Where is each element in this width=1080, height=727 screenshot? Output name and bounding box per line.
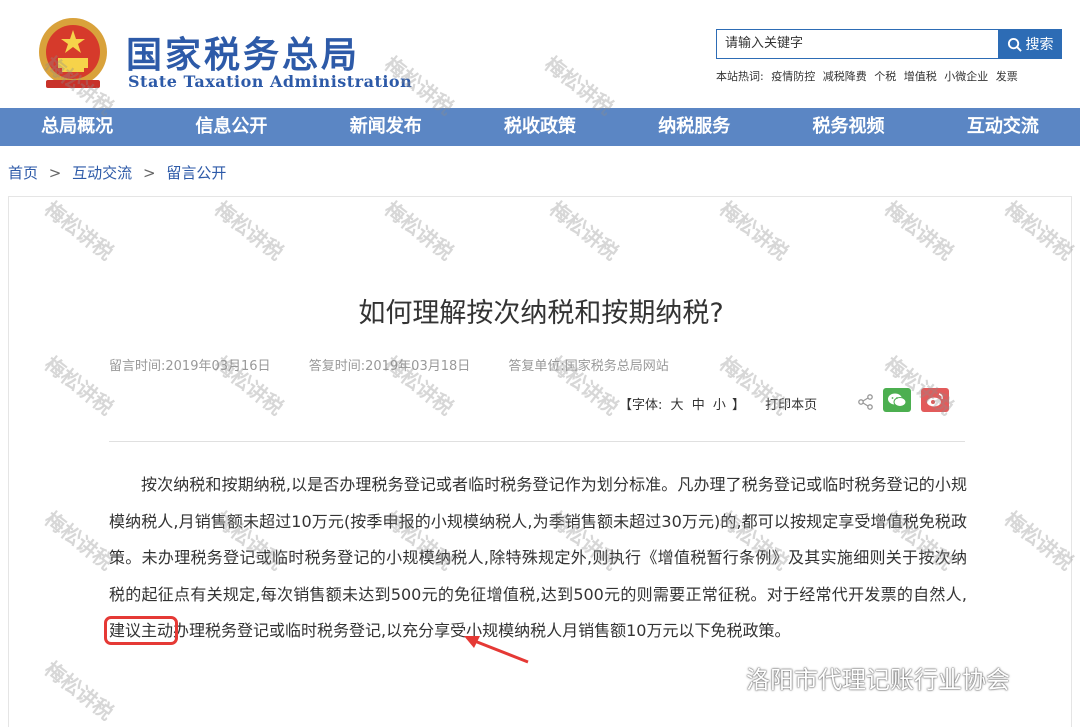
message-time: 留言时间:2019年03月16日 bbox=[109, 359, 271, 374]
search-button[interactable]: 搜索 bbox=[998, 29, 1062, 59]
national-emblem-icon bbox=[39, 18, 107, 88]
nav-item-tax-service[interactable]: 纳税服务 bbox=[617, 108, 771, 146]
title-divider bbox=[109, 441, 965, 442]
wechat-share-button[interactable] bbox=[883, 388, 911, 412]
site-header: 国家税务总局 State Taxation Administration 请输入… bbox=[0, 0, 1080, 108]
breadcrumb-separator: > bbox=[48, 164, 62, 182]
font-size-close: 】 bbox=[732, 398, 746, 413]
nav-item-news[interactable]: 新闻发布 bbox=[309, 108, 463, 146]
main-nav: 总局概况 信息公开 新闻发布 税收政策 纳税服务 税务视频 互动交流 bbox=[0, 108, 1080, 146]
hotword-link[interactable]: 小微企业 bbox=[944, 70, 988, 83]
weibo-share-button[interactable] bbox=[921, 388, 949, 412]
nav-item-overview[interactable]: 总局概况 bbox=[0, 108, 154, 146]
article-tools: 【字体: 大 中 小 】 打印本页 bbox=[619, 394, 819, 413]
reply-time: 答复时间:2019年03月18日 bbox=[308, 359, 471, 374]
wechat-icon bbox=[888, 393, 907, 407]
site-subtitle: State Taxation Administration bbox=[128, 72, 413, 91]
site-title[interactable]: 国家税务总局 bbox=[126, 26, 360, 78]
reply-unit: 答复单位:国家税务总局网站 bbox=[508, 359, 669, 374]
share-icon[interactable] bbox=[857, 393, 875, 411]
breadcrumb-interaction[interactable]: 互动交流 bbox=[72, 164, 132, 182]
weibo-icon bbox=[927, 393, 943, 407]
nav-item-tax-video[interactable]: 税务视频 bbox=[771, 108, 925, 146]
breadcrumb-separator: > bbox=[142, 164, 156, 182]
hotword-link[interactable]: 减税降费 bbox=[823, 70, 867, 83]
search-icon bbox=[1007, 37, 1022, 52]
highlighted-phrase: 建议主动 bbox=[103, 616, 179, 646]
hotword-link[interactable]: 个税 bbox=[874, 70, 896, 83]
article-card: 如何理解按次纳税和按期纳税? 留言时间:2019年03月16日 答复时间:201… bbox=[8, 196, 1072, 727]
hotwords-bar: 本站热词: 疫情防控 减税降费 个税 增值税 小微企业 发票 bbox=[716, 68, 1022, 84]
wechat-account-icon bbox=[701, 663, 737, 691]
font-size-large[interactable]: 大 bbox=[671, 398, 684, 413]
font-size-medium[interactable]: 中 bbox=[692, 398, 705, 413]
breadcrumb-home[interactable]: 首页 bbox=[8, 164, 38, 182]
breadcrumb: 首页 > 互动交流 > 留言公开 bbox=[8, 162, 226, 183]
font-size-small[interactable]: 小 bbox=[713, 398, 726, 413]
nav-item-info-disclosure[interactable]: 信息公开 bbox=[154, 108, 308, 146]
annotation-arrow-icon bbox=[464, 636, 529, 664]
article-title: 如何理解按次纳税和按期纳税? bbox=[358, 298, 724, 329]
hotword-link[interactable]: 增值税 bbox=[904, 70, 937, 83]
nav-item-tax-policy[interactable]: 税收政策 bbox=[463, 108, 617, 146]
article-meta: 留言时间:2019年03月16日 答复时间:2019年03月18日 答复单位:国… bbox=[109, 355, 703, 374]
body-text-part1: 按次纳税和按期纳税,以是否办理税务登记或者临时税务登记作为划分标准。凡办理了税务… bbox=[109, 475, 967, 604]
credit-text: 洛阳市代理记账行业协会 bbox=[746, 666, 1010, 694]
article-body: 按次纳税和按期纳税,以是否办理税务登记或者临时税务登记作为划分标准。凡办理了税务… bbox=[103, 467, 967, 650]
hotword-link[interactable]: 疫情防控 bbox=[771, 70, 815, 83]
print-page-link[interactable]: 打印本页 bbox=[765, 398, 817, 413]
breadcrumb-message-disclosure[interactable]: 留言公开 bbox=[166, 164, 226, 182]
nav-item-interaction[interactable]: 互动交流 bbox=[926, 108, 1080, 146]
hotword-link[interactable]: 发票 bbox=[996, 70, 1018, 83]
publisher-credit: 洛阳市代理记账行业协会 bbox=[700, 660, 1010, 695]
hotwords-label: 本站热词: bbox=[716, 70, 764, 83]
article-paragraph: 按次纳税和按期纳税,以是否办理税务登记或者临时税务登记作为划分标准。凡办理了税务… bbox=[103, 467, 967, 650]
font-size-label: 【字体: bbox=[619, 398, 663, 413]
search-input[interactable]: 请输入关键字 bbox=[716, 29, 1000, 59]
search-button-label: 搜索 bbox=[1025, 37, 1054, 53]
